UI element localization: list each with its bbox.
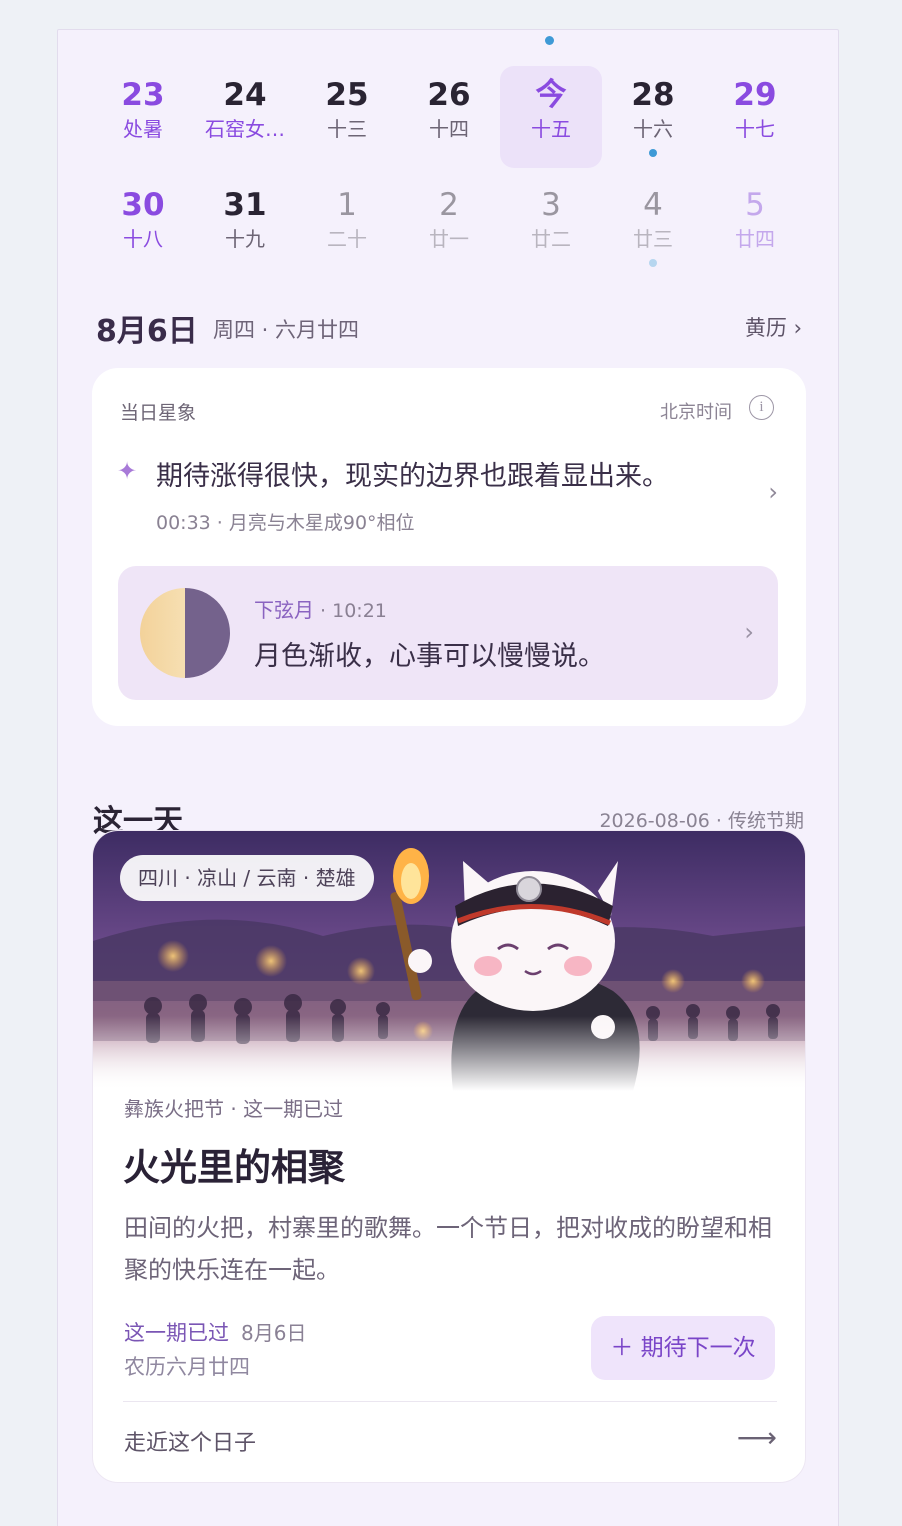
festival-card[interactable]: 四川 · 凉山 / 云南 · 楚雄 彝族火把节 · 这一期已过 火光里的相聚 田… — [92, 830, 806, 1483]
moon-text: 月色渐收，心事可以慢慢说。 — [254, 641, 605, 672]
page-indicator-dot — [545, 36, 554, 45]
calendar-day-today[interactable]: 今十五 — [500, 66, 602, 168]
day-number: 5 — [745, 187, 765, 223]
calendar-day[interactable]: 31 十九 — [194, 176, 296, 278]
region-tag: 四川 · 凉山 / 云南 · 楚雄 — [120, 855, 374, 901]
lunar-date: 十八 — [123, 227, 163, 251]
moon-phase-row[interactable]: 下弦月 · 10:21 月色渐收，心事可以慢慢说。 › — [118, 566, 778, 700]
day-number: 今 — [535, 77, 567, 113]
calendar-day[interactable]: 28 十六 — [602, 66, 704, 168]
day-number: 28 — [631, 77, 675, 113]
aspect-meta: 00:33 · 月亮与木星成90°相位 — [156, 512, 415, 534]
day-number: 1 — [337, 187, 357, 223]
calendar-day[interactable]: 1 二十 — [296, 176, 398, 278]
calendar-day[interactable]: 25 十三 — [296, 66, 398, 168]
day-number: 23 — [121, 77, 165, 113]
half-moon-icon — [140, 588, 230, 678]
daily-astrology-card: 当日星象 北京时间 i ✦ 期待涨得很快，现实的边界也跟着显出来。 00:33 … — [92, 368, 806, 726]
moon-phase-label: 下弦月 · 10:21 — [254, 598, 387, 622]
section-meta: 2026-08-06 · 传统节期 — [599, 810, 804, 832]
calendar-day[interactable]: 26 十四 — [398, 66, 500, 168]
lunar-date: 十七 — [735, 117, 775, 141]
lunar-date: 石窑女… — [205, 117, 285, 141]
day-number: 31 — [223, 187, 267, 223]
festival-lunar-date: 农历六月廿四 — [124, 1355, 250, 1379]
day-number: 2 — [439, 187, 459, 223]
selected-date-header: 8月6日 周四 · 六月廿四 黄历 › — [96, 306, 802, 349]
calendar-day[interactable]: 29 十七 — [704, 66, 806, 168]
lunar-date: 十九 — [225, 227, 265, 251]
weekday-lunar-date: 周四 · 六月廿四 — [213, 318, 360, 342]
day-number: 24 — [223, 77, 267, 113]
day-number: 3 — [541, 187, 561, 223]
festival-description: 田间的火把，村寨里的歌舞。一个节日，把对收成的盼望和相聚的快乐连在一起。 — [124, 1214, 772, 1284]
astrology-quote: 期待涨得很快，现实的边界也跟着显出来。 — [156, 461, 669, 492]
chevron-right-icon: › — [744, 618, 754, 646]
lunar-date: 处暑 — [123, 117, 163, 141]
event-dot — [649, 149, 657, 157]
calendar-week-row: 23 处暑 24 石窑女… 25 十三 26 十四 今十五 28 十六 29 十七 — [92, 66, 806, 168]
lunar-date: 廿二 — [531, 227, 571, 251]
card-title: 当日星象 — [120, 402, 197, 424]
lunar-date: 十六 — [633, 117, 673, 141]
info-icon[interactable]: i — [749, 395, 774, 420]
festival-kicker: 彝族火把节 · 这一期已过 — [124, 1097, 344, 1121]
selected-date: 8月6日 — [96, 314, 198, 349]
lunar-date: 十三 — [327, 117, 367, 141]
sparkle-icon: ✦ — [117, 457, 138, 485]
lunar-date: 二十 — [327, 227, 367, 251]
calendar-day[interactable]: 3 廿二 — [500, 176, 602, 278]
approach-link[interactable]: 走近这个日子 — [124, 1425, 256, 1457]
almanac-link[interactable]: 黄历 › — [745, 312, 802, 342]
lunar-date: 廿三 — [633, 227, 673, 251]
day-number: 4 — [643, 187, 663, 223]
calendar-day[interactable]: 5 廿四 — [704, 176, 806, 278]
calendar-week-row: 30 十八 31 十九 1 二十 2 廿一 3 廿二 4 廿三 5 廿四 — [92, 176, 806, 278]
timezone-label: 北京时间 — [660, 402, 732, 423]
divider — [123, 1401, 777, 1402]
festival-illustration: 四川 · 凉山 / 云南 · 楚雄 — [93, 831, 805, 1091]
lunar-date: 十四 — [429, 117, 469, 141]
festival-title: 火光里的相聚 — [123, 1146, 345, 1189]
event-dot — [649, 259, 657, 267]
arrow-right-icon[interactable]: ⟶ — [737, 1421, 777, 1454]
day-number: 25 — [325, 77, 369, 113]
lunar-date: 廿四 — [735, 227, 775, 251]
anticipate-next-button[interactable]: ＋ 期待下一次 — [591, 1316, 775, 1380]
day-number: 30 — [121, 187, 165, 223]
chevron-right-icon: › — [768, 478, 778, 506]
day-number: 26 — [427, 77, 471, 113]
lunar-date: 廿一 — [429, 227, 469, 251]
calendar-day[interactable]: 4 廿三 — [602, 176, 704, 278]
day-number: 29 — [733, 77, 777, 113]
lunar-date: 十五 — [531, 117, 571, 141]
calendar-day[interactable]: 23 处暑 — [92, 66, 194, 168]
calendar-day[interactable]: 30 十八 — [92, 176, 194, 278]
calendar-day[interactable]: 24 石窑女… — [194, 66, 296, 168]
app-screen: 23 处暑 24 石窑女… 25 十三 26 十四今十五 28 十六 29 十七 30 十八 31 十九 1 二… — [57, 29, 839, 1526]
festival-status: 这一期已过 8月6日 — [124, 1321, 307, 1345]
calendar-day[interactable]: 2 廿一 — [398, 176, 500, 278]
